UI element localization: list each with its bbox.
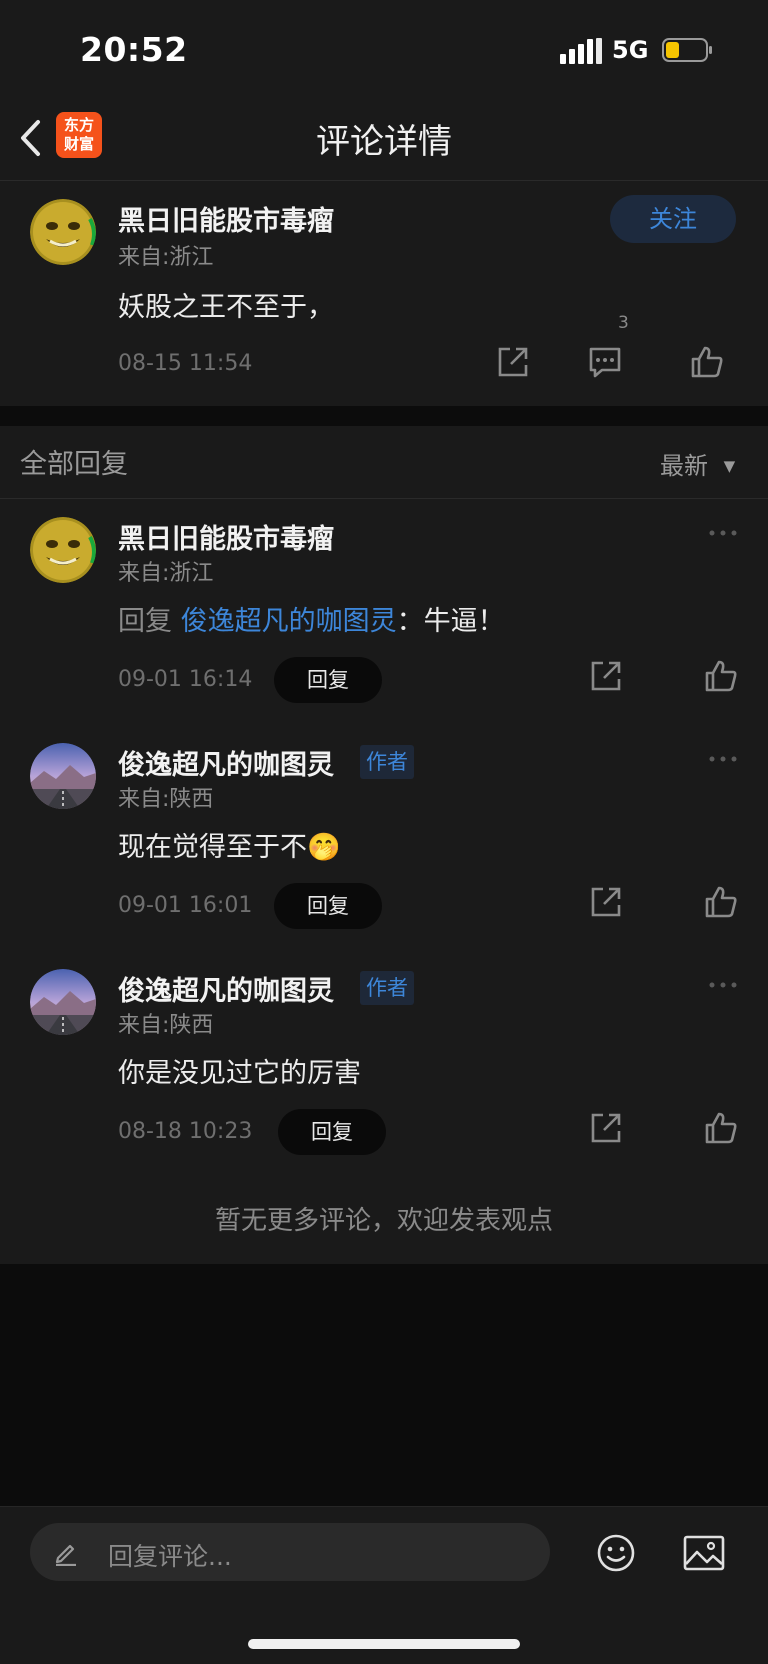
emoji-picker-icon[interactable] (596, 1533, 636, 1573)
page-title: 评论详情 (316, 122, 452, 162)
avatar-face-icon (30, 199, 96, 265)
no-more-comments: 暂无更多评论，欢迎发表观点 (214, 1206, 553, 1236)
avatar[interactable] (30, 199, 96, 265)
more-options-icon[interactable] (708, 529, 738, 537)
comment-date: 08-15 11:54 (118, 351, 253, 376)
username[interactable]: 俊逸超凡的咖图灵 (118, 743, 334, 782)
comment-date: 09-01 16:01 (118, 893, 253, 918)
image-picker-icon[interactable] (683, 1535, 725, 1571)
caret-down-icon: ▼ (723, 457, 736, 475)
reply-input-placeholder: 回复评论... (108, 1542, 232, 1571)
username[interactable]: 黑日旧能股市毒瘤 (118, 199, 334, 238)
reply-input[interactable]: 回复评论... (30, 1523, 550, 1581)
home-indicator[interactable] (248, 1639, 520, 1649)
like-icon[interactable] (704, 885, 738, 919)
avatar-face-icon (30, 517, 96, 583)
like-icon[interactable] (704, 1111, 738, 1145)
comment-body: 现在觉得至于不 (118, 832, 307, 863)
comment-text: 妖股之王不至于， (118, 292, 334, 323)
comment-date: 08-18 10:23 (118, 1119, 253, 1144)
location: 来自:浙江 (118, 561, 214, 586)
comment-icon[interactable] (588, 345, 622, 379)
sort-label: 最新 (660, 452, 708, 480)
comment-count: 3 (618, 313, 629, 333)
author-badge: 作者 (360, 745, 414, 779)
location: 来自:浙江 (118, 245, 214, 270)
list-item: 俊逸超凡的咖图灵 作者 来自:陕西 你是没见过它的厉害 08-18 10:23 … (0, 951, 768, 1163)
nav-bar: 东方 财富 评论详情 (0, 96, 768, 181)
signal-icon (560, 38, 602, 64)
avatar[interactable] (30, 969, 96, 1035)
author-badge: 作者 (360, 971, 414, 1005)
main-comment: 黑日旧能股市毒瘤 来自:浙江 关注 妖股之王不至于， 08-15 11:54 3 (0, 181, 768, 406)
reply-button[interactable]: 回复 (274, 883, 382, 929)
list-item: 黑日旧能股市毒瘤 来自:浙江 回复 俊逸超凡的咖图灵：牛逼！ 09-01 16:… (0, 499, 768, 711)
location: 来自:陕西 (118, 787, 214, 812)
comment-date: 09-01 16:14 (118, 667, 253, 692)
comment-text: 回复 俊逸超凡的咖图灵：牛逼！ (118, 599, 505, 638)
avatar[interactable] (30, 517, 96, 583)
avatar-landscape-icon (30, 969, 96, 1035)
avatar[interactable] (30, 743, 96, 809)
reply-to-user[interactable]: 俊逸超凡的咖图灵 (181, 606, 397, 637)
location: 来自:陕西 (118, 1013, 214, 1038)
username[interactable]: 黑日旧能股市毒瘤 (118, 517, 334, 556)
comment-text: 你是没见过它的厉害 (118, 1058, 361, 1089)
more-options-icon[interactable] (708, 981, 738, 989)
section-gap (0, 406, 768, 426)
share-icon[interactable] (589, 1111, 623, 1145)
like-icon[interactable] (690, 345, 724, 379)
share-icon[interactable] (496, 345, 530, 379)
follow-button[interactable]: 关注 (610, 195, 736, 243)
reply-text: ：牛逼！ (396, 606, 505, 637)
avatar-landscape-icon (30, 743, 96, 809)
comment-text: 现在觉得至于不🤭 (118, 825, 341, 864)
battery-icon (662, 38, 712, 62)
more-options-icon[interactable] (708, 755, 738, 763)
bottom-input-bar: 回复评论... (0, 1506, 768, 1664)
reply-button[interactable]: 回复 (274, 657, 382, 703)
emoji-icon: 🤭 (307, 832, 341, 863)
status-bar: 20:52 5G (0, 0, 768, 96)
like-icon[interactable] (704, 659, 738, 693)
reply-prefix: 回复 (118, 606, 172, 637)
network-type: 5G (612, 36, 649, 64)
username[interactable]: 俊逸超凡的咖图灵 (118, 969, 334, 1008)
reply-button[interactable]: 回复 (278, 1109, 386, 1155)
replies-section: 全部回复 最新 ▼ 黑日旧能股市毒瘤 来自:浙江 回复 俊逸超凡的咖图灵：牛逼！ (0, 426, 768, 1264)
sort-dropdown[interactable]: 最新 ▼ (660, 446, 735, 481)
replies-title: 全部回复 (20, 449, 128, 480)
pencil-icon (55, 1544, 76, 1566)
list-item: 俊逸超凡的咖图灵 作者 来自:陕西 现在觉得至于不🤭 09-01 16:01 回… (0, 725, 768, 937)
share-icon[interactable] (589, 659, 623, 693)
share-icon[interactable] (589, 885, 623, 919)
status-time: 20:52 (80, 30, 188, 69)
